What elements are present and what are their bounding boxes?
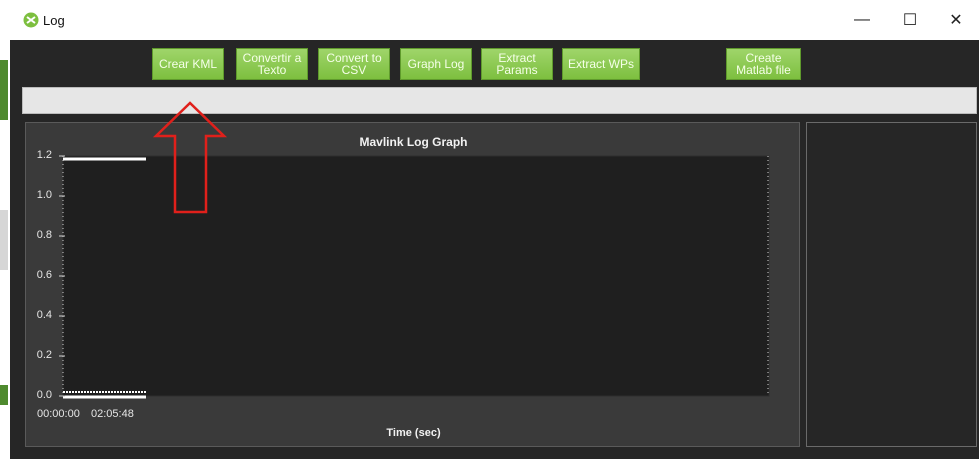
x-tick-label: 00:00:00 [37,408,80,420]
y-tick-label: 0.2 [36,349,52,361]
maximize-button[interactable]: ☐ [887,0,933,40]
side-panel [806,122,977,447]
maximize-icon: ☐ [902,12,918,29]
close-icon: ✕ [949,12,963,29]
x-axis-label: Time (sec) [386,427,441,439]
y-tick-label: 0.0 [36,389,52,401]
minimize-button[interactable]: — [839,0,885,40]
log-graph-panel[interactable]: Mavlink Log Graph 0.0 0.2 0.4 0.6 0.8 1.0 1.2 … [25,101,800,447]
minimize-icon: — [854,11,870,28]
x-tick-label: 02:05:48 [91,408,134,420]
red-arrow-annotation [152,101,228,214]
log-window: Log — ☐ ✕ Crear KML Convertir a Texto Co… [10,0,979,459]
close-button[interactable]: ✕ [933,0,979,40]
